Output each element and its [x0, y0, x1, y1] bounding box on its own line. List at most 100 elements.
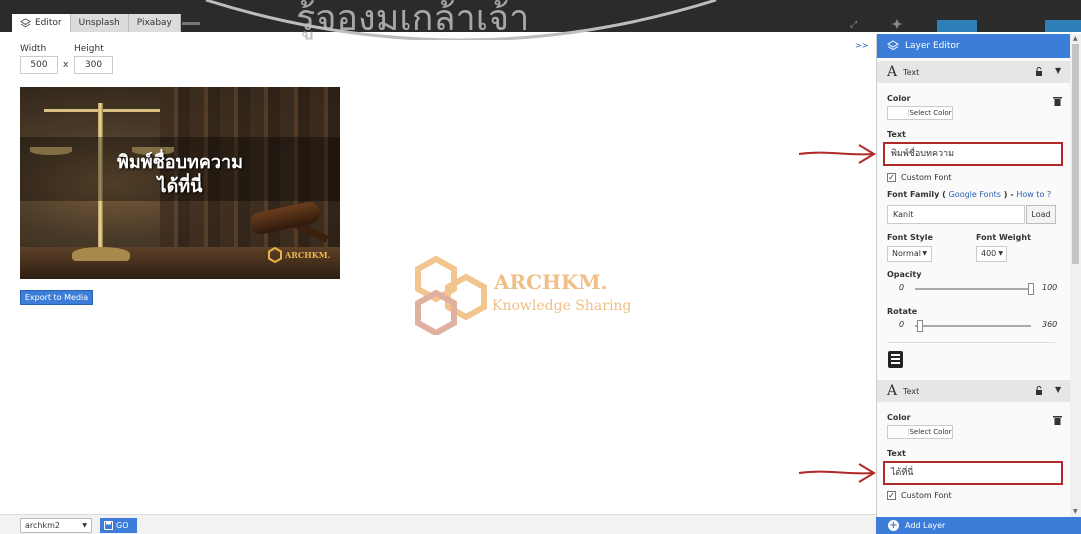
- rotate-slider-thumb[interactable]: [917, 320, 923, 332]
- rotate-min: 0: [899, 320, 905, 329]
- expand-panel-button[interactable]: >>: [855, 41, 868, 50]
- tab-list: Editor Unsplash Pixabay: [12, 14, 181, 32]
- select-color-button[interactable]: Select Color: [887, 106, 953, 120]
- font-style-value: Normal: [892, 249, 921, 258]
- font-style-select[interactable]: Normal ▼: [887, 246, 932, 262]
- font-weight-label: Font Weight: [976, 233, 1031, 242]
- font-family-label-text: Font Family (: [887, 190, 946, 199]
- canvas-preview[interactable]: พิมพ์ชื่อบทความ ได้ที่นี่ ARCHKM.: [20, 87, 340, 279]
- layer-editor-panel: Layer Editor A Text ▼ Color Select Color…: [876, 34, 1070, 534]
- plus-icon: +: [888, 520, 899, 531]
- font-family-label: Font Family ( Google Fonts ) - How to ?: [887, 190, 1051, 199]
- toolbar-chip[interactable]: [1045, 20, 1081, 32]
- lock-icon[interactable]: [1035, 67, 1043, 76]
- layer-header[interactable]: A Text ▼: [877, 380, 1070, 402]
- font-weight-select[interactable]: 400 ▼: [976, 246, 1007, 262]
- fullscreen-icon[interactable]: ⤢: [850, 20, 857, 30]
- watermark-arc-text: รู้จองมเกล้าเจ้า: [296, 0, 529, 40]
- checkbox-checked-icon[interactable]: ✓: [887, 491, 896, 500]
- trash-icon[interactable]: [1053, 96, 1062, 106]
- width-label: Width: [20, 44, 47, 54]
- tab-pixabay[interactable]: Pixabay: [128, 14, 181, 32]
- watermark-title: ARCHKM.: [494, 270, 608, 294]
- custom-font-checkbox[interactable]: ✓ Custom Font: [887, 491, 952, 500]
- opacity-slider-thumb[interactable]: [1028, 283, 1034, 295]
- layer-header[interactable]: A Text ▼: [877, 61, 1070, 83]
- dimension-separator: x: [63, 60, 69, 70]
- toolbar-chip[interactable]: [937, 20, 977, 32]
- text-type-icon: A: [887, 64, 898, 80]
- canvas-logo-text: ARCHKM.: [285, 250, 331, 260]
- width-input[interactable]: 500: [20, 56, 58, 74]
- opacity-max: 100: [1042, 283, 1058, 292]
- hexagon-logo-icon: [268, 247, 282, 263]
- font-style-label: Font Style: [887, 233, 933, 242]
- export-to-media-button[interactable]: Export to Media: [20, 290, 93, 305]
- checkbox-checked-icon[interactable]: ✓: [887, 173, 896, 182]
- preset-select[interactable]: archkm2 ▼: [20, 518, 92, 533]
- layer-text-input[interactable]: พิมพ์ชื่อบทความ: [883, 142, 1063, 166]
- scale-base: [72, 247, 130, 261]
- scroll-down-icon[interactable]: ▼: [1073, 508, 1078, 515]
- font-family-separator: ) -: [1003, 190, 1014, 199]
- layer-type-label: Text: [903, 67, 920, 77]
- save-go-button[interactable]: GO: [100, 518, 137, 533]
- custom-font-checkbox[interactable]: ✓ Custom Font: [887, 173, 952, 182]
- custom-font-label: Custom Font: [901, 491, 952, 500]
- trash-icon[interactable]: [1053, 415, 1062, 425]
- layer-text-input[interactable]: ได้ที่นี่: [883, 461, 1063, 485]
- opacity-min: 0: [899, 283, 905, 292]
- height-label: Height: [74, 44, 104, 54]
- select-color-label: Select Color: [908, 109, 952, 117]
- lock-icon[interactable]: [1035, 386, 1043, 395]
- chevron-down-icon: ▼: [922, 250, 927, 257]
- layers-icon: [887, 40, 899, 51]
- save-icon: [104, 521, 113, 530]
- preset-value: archkm2: [25, 521, 60, 530]
- google-fonts-link[interactable]: Google Fonts: [949, 190, 1001, 199]
- divider: [887, 342, 1055, 343]
- layers-icon: [20, 17, 31, 27]
- chevron-down-icon: ▼: [998, 250, 1003, 257]
- tab-unsplash[interactable]: Unsplash: [70, 14, 129, 32]
- color-label: Color: [887, 413, 911, 422]
- how-to-link[interactable]: How to ?: [1016, 190, 1051, 199]
- settings-icon[interactable]: [890, 18, 904, 30]
- scrollbar-thumb[interactable]: [1072, 44, 1079, 264]
- load-font-button[interactable]: Load: [1026, 205, 1056, 224]
- watermark-subtitle: Knowledge Sharing: [492, 298, 632, 314]
- add-layer-label: Add Layer: [905, 521, 946, 530]
- layer-editor-title: Layer Editor: [905, 41, 960, 51]
- tab-editor-label: Editor: [35, 18, 62, 28]
- select-color-button[interactable]: Select Color: [887, 425, 953, 439]
- rotate-max: 360: [1042, 320, 1058, 329]
- add-layer-button[interactable]: + Add Layer: [876, 517, 1081, 534]
- layer-type-label: Text: [903, 386, 920, 396]
- watermark-arc: รู้จองมเกล้าเจ้า: [205, 0, 717, 40]
- font-family-input[interactable]: Kanit: [887, 205, 1025, 224]
- bottom-bar: archkm2 ▼ GO: [0, 514, 876, 534]
- text-type-icon: A: [887, 383, 898, 399]
- tab-editor[interactable]: Editor: [12, 14, 71, 32]
- chevron-down-icon[interactable]: ▼: [1055, 385, 1061, 394]
- tab-unsplash-label: Unsplash: [78, 18, 120, 28]
- align-center-icon[interactable]: [888, 351, 903, 368]
- canvas-text-line2[interactable]: ได้ที่นี่: [20, 171, 340, 200]
- tab-pixabay-label: Pixabay: [136, 18, 172, 28]
- go-label: GO: [116, 521, 129, 530]
- annotation-arrow-icon: [798, 463, 876, 483]
- rotate-slider-track[interactable]: [915, 325, 1031, 327]
- opacity-label: Opacity: [887, 270, 922, 279]
- opacity-slider-track[interactable]: [915, 288, 1031, 290]
- annotation-arrow-icon: [798, 144, 876, 164]
- watermark-logo: [415, 255, 487, 335]
- chevron-down-icon[interactable]: ▼: [1055, 66, 1061, 75]
- height-input[interactable]: 300: [74, 56, 113, 74]
- text-label: Text: [887, 449, 906, 458]
- select-color-label: Select Color: [908, 428, 952, 436]
- layer-editor-header: Layer Editor: [877, 34, 1070, 58]
- panel-scrollbar[interactable]: ▲ ▼: [1070, 34, 1081, 517]
- color-label: Color: [887, 94, 911, 103]
- scroll-up-icon[interactable]: ▲: [1073, 35, 1078, 42]
- canvas-logo: ARCHKM.: [267, 247, 330, 263]
